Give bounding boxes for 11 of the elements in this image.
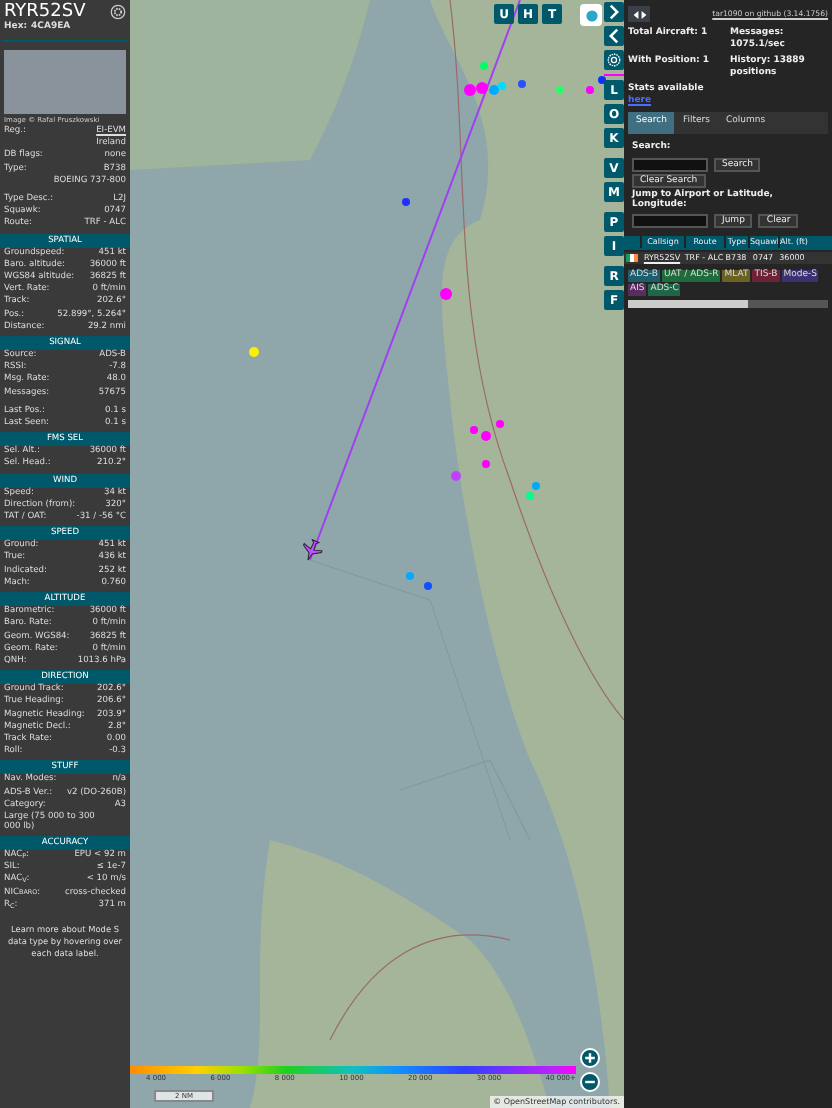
jump-field[interactable] [632, 213, 708, 228]
collapse-icon[interactable] [604, 26, 624, 46]
expand-icon[interactable] [604, 2, 624, 22]
search-field[interactable] [632, 157, 708, 172]
photo-placeholder [4, 50, 126, 114]
flag-icon [626, 253, 638, 262]
aircraft-icon[interactable] [300, 538, 324, 562]
panel-toggle-icon[interactable] [628, 6, 650, 22]
horizontal-scrollbar[interactable] [628, 299, 828, 308]
aircraft-callsign: RYR52SV [4, 2, 86, 22]
settings-icon[interactable] [110, 4, 126, 20]
